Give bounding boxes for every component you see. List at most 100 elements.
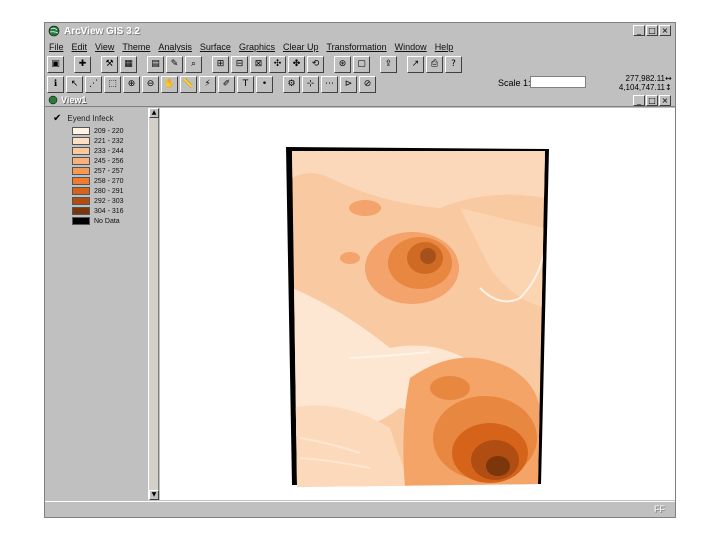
theme-legend: 209 - 220 221 - 232 233 - 244 245 - 256 … — [72, 126, 124, 226]
legend-row: 233 - 244 — [72, 146, 124, 156]
elevation-grid-map[interactable] — [160, 108, 675, 500]
scale-input[interactable] — [530, 76, 586, 88]
status-text: FF — [654, 504, 665, 514]
legend-row: No Data — [72, 216, 124, 226]
scroll-up-button[interactable]: ▲ — [149, 108, 159, 118]
legend-row: 209 - 220 — [72, 126, 124, 136]
clear-selection-button[interactable]: ▢ — [353, 55, 370, 73]
add-theme-button[interactable]: ✚ — [74, 55, 91, 73]
query-button[interactable]: ▤ — [147, 55, 164, 73]
view-close-button[interactable]: × — [659, 95, 671, 106]
legend-row: 258 - 270 — [72, 176, 124, 186]
checkmark-icon[interactable]: ✔ — [53, 113, 61, 124]
view-window-controls: _ □ × — [633, 95, 671, 106]
legend-label: 221 - 232 — [94, 137, 124, 145]
menu-file[interactable]: File — [49, 42, 64, 52]
menu-edit[interactable]: Edit — [72, 42, 88, 52]
legend-swatch — [72, 167, 90, 175]
zoom-active-button[interactable]: ⊟ — [231, 55, 248, 73]
zoom-in-tool[interactable]: ⊕ — [123, 75, 140, 93]
select-features-button[interactable]: ⊛ — [334, 55, 351, 73]
legend-row: 245 - 256 — [72, 156, 124, 166]
globe-icon — [48, 25, 60, 37]
minimize-button[interactable]: _ — [633, 25, 645, 36]
view-maximize-button[interactable]: □ — [646, 95, 658, 106]
legend-swatch — [72, 207, 90, 215]
zoom-in-fixed-button[interactable]: ✣ — [269, 55, 286, 73]
spot-tool[interactable]: ⊹ — [302, 75, 319, 93]
title-bar[interactable]: ArcView GIS 3.2 _ □ × — [45, 23, 675, 39]
menu-graphics[interactable]: Graphics — [239, 42, 275, 52]
menu-analysis[interactable]: Analysis — [158, 42, 192, 52]
legend-label: No Data — [94, 217, 120, 225]
scroll-down-button[interactable]: ▼ — [149, 490, 159, 500]
zoom-out-fixed-button[interactable]: ✤ — [288, 55, 305, 73]
theme-properties-button[interactable]: ⚒ — [101, 55, 118, 73]
x-coordinate: 277,982.11 — [625, 74, 665, 83]
menu-surface[interactable]: Surface — [200, 42, 231, 52]
theme-entry[interactable]: ✔ Eyend Infeck — [53, 113, 114, 124]
arcview-window: ArcView GIS 3.2 _ □ × File Edit View The… — [44, 22, 676, 518]
pointer-tool[interactable]: ↖ — [66, 75, 83, 93]
identify-tool[interactable]: ℹ — [47, 75, 64, 93]
menu-clear-up[interactable]: Clear Up — [283, 42, 319, 52]
legend-swatch — [72, 147, 90, 155]
button-bar: ▣ ✚ ⚒ ▦ ▤ ✎ ⌕ ⊞ ⊟ ⊠ ✣ ✤ ⟲ ⊛ ▢ ⇪ ↗ ⎙ ? — [45, 54, 675, 74]
menu-transformation[interactable]: Transformation — [326, 42, 386, 52]
menu-window[interactable]: Window — [395, 42, 427, 52]
menu-help[interactable]: Help — [435, 42, 454, 52]
legend-row: 280 - 291 — [72, 186, 124, 196]
select-feature-tool[interactable]: ⬚ — [104, 75, 121, 93]
chart-button[interactable]: ↗ — [407, 55, 424, 73]
legend-row: 257 - 257 — [72, 166, 124, 176]
measure-tool[interactable]: 📏 — [180, 75, 197, 93]
menu-theme[interactable]: Theme — [122, 42, 150, 52]
legend-swatch — [72, 187, 90, 195]
legend-label: 233 - 244 — [94, 147, 124, 155]
save-button[interactable]: ▣ — [47, 55, 64, 73]
hot-link-tool[interactable]: ⚡ — [199, 75, 216, 93]
map-display[interactable] — [160, 108, 675, 500]
draw-point-tool[interactable]: • — [256, 75, 273, 93]
legend-label: 245 - 256 — [94, 157, 124, 165]
label-tool[interactable]: ✐ — [218, 75, 235, 93]
legend-label: 280 - 291 — [94, 187, 124, 195]
menu-view[interactable]: View — [95, 42, 114, 52]
help-button[interactable]: ? — [445, 55, 462, 73]
coordinate-readout: 277,982.11 4,104,747.11 — [605, 74, 665, 92]
zoom-full-button[interactable]: ⊞ — [212, 55, 229, 73]
maximize-button[interactable]: □ — [646, 25, 658, 36]
legend-label: 304 - 316 — [94, 207, 124, 215]
line-of-sight-tool[interactable]: ⊳ — [340, 75, 357, 93]
contour-tool[interactable]: ⚙ — [283, 75, 300, 93]
y-coordinate: 4,104,747.11 — [618, 83, 665, 92]
legend-label: 209 - 220 — [94, 127, 124, 135]
elevation-surface — [292, 151, 545, 487]
menu-bar: File Edit View Theme Analysis Surface Gr… — [45, 40, 675, 54]
status-bar: FF — [45, 501, 675, 517]
text-tool[interactable]: T — [237, 75, 254, 93]
zoom-previous-button[interactable]: ⟲ — [307, 55, 324, 73]
legend-row: 304 - 316 — [72, 206, 124, 216]
toc-scrollbar[interactable]: ▲ ▼ — [148, 108, 159, 500]
layout-button[interactable]: ⎙ — [426, 55, 443, 73]
legend-swatch — [72, 197, 90, 205]
view-shed-tool[interactable]: ⊘ — [359, 75, 376, 93]
profile-tool[interactable]: ⋯ — [321, 75, 338, 93]
coordinate-arrows: ↔ ↕ — [665, 74, 672, 92]
view-title-bar[interactable]: View1 _ □ × — [45, 94, 675, 107]
view-title: View1 — [61, 95, 87, 105]
open-table-button[interactable]: ▦ — [120, 55, 137, 73]
zoom-selected-button[interactable]: ⊠ — [250, 55, 267, 73]
pan-tool[interactable]: ✋ — [161, 75, 178, 93]
edit-legend-button[interactable]: ✎ — [166, 55, 183, 73]
vertex-edit-tool[interactable]: ⋰ — [85, 75, 102, 93]
find-button[interactable]: ⌕ — [185, 55, 202, 73]
legend-swatch — [72, 137, 90, 145]
legend-row: 292 - 303 — [72, 196, 124, 206]
vertical-arrows-icon: ↕ — [665, 83, 672, 92]
promote-button[interactable]: ⇪ — [380, 55, 397, 73]
view-minimize-button[interactable]: _ — [633, 95, 645, 106]
close-button[interactable]: × — [659, 25, 671, 36]
zoom-out-tool[interactable]: ⊖ — [142, 75, 159, 93]
